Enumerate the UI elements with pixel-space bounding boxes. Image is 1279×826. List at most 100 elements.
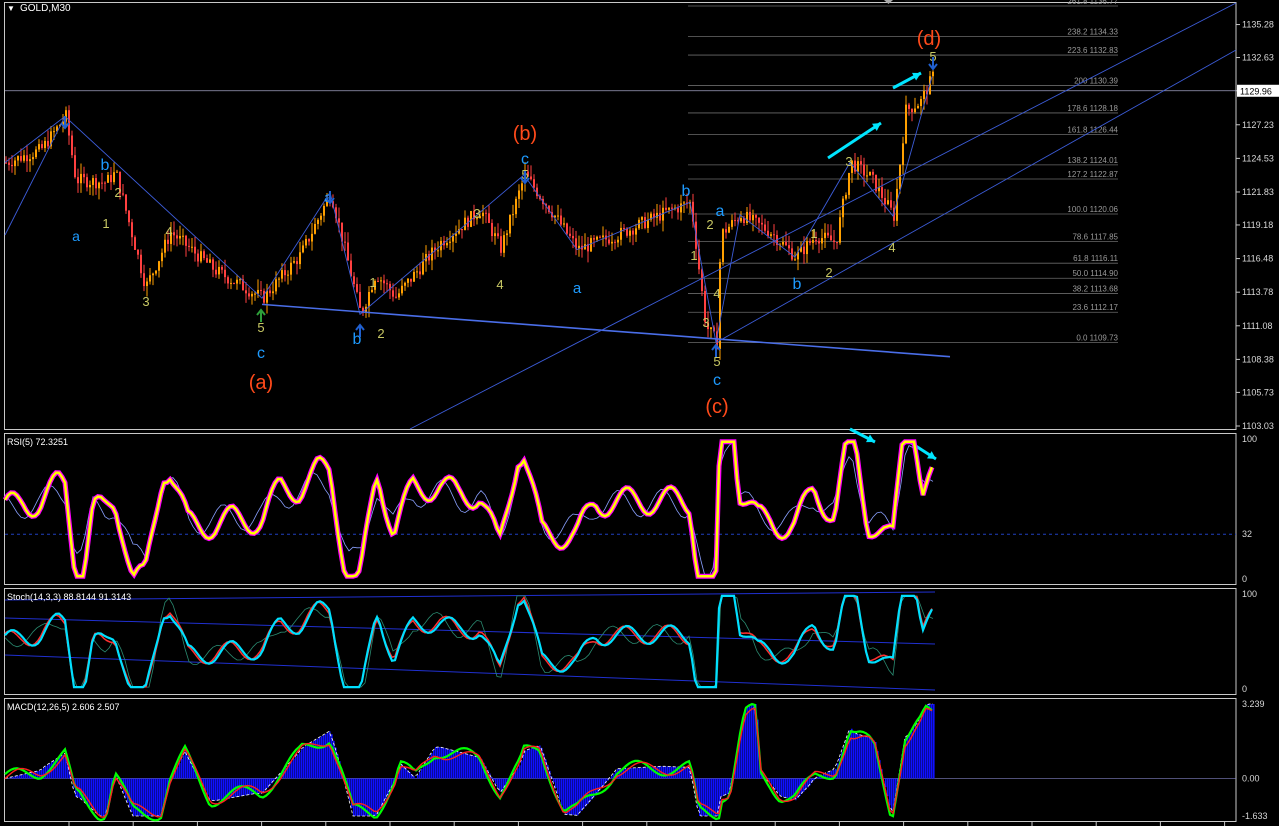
macd-bar (933, 704, 935, 779)
macd-bar (521, 760, 523, 779)
macd-bar (303, 747, 305, 779)
candle-body (344, 241, 346, 243)
collapse-triangle-icon[interactable]: ▼ (7, 4, 15, 13)
candle-body (416, 271, 418, 273)
candle-body (47, 140, 49, 147)
price-tick-label: 1124.53 (1242, 153, 1274, 163)
macd-bar (211, 778, 213, 801)
candle-body (806, 241, 808, 255)
fib-level-label: 261.8 1136.77 (1067, 0, 1118, 6)
macd-bar (329, 731, 331, 779)
macd-bar (23, 774, 25, 779)
macd-bar (453, 750, 455, 779)
candle-body (722, 229, 724, 263)
price-tick-label: 1132.63 (1242, 53, 1274, 63)
wave-label: (d) (917, 28, 941, 50)
macd-bar (331, 734, 333, 779)
macd-bar (133, 778, 135, 816)
macd-bar (859, 734, 861, 779)
candle-body (14, 160, 16, 167)
candle-body (41, 144, 43, 149)
macd-bar (359, 778, 361, 816)
candle-body (740, 218, 742, 222)
candle-body (680, 203, 682, 213)
macd-bar (129, 778, 131, 808)
candle-body (164, 239, 166, 253)
macd-bar (333, 740, 335, 779)
macd-bar (631, 768, 633, 779)
wave-label: 4 (888, 240, 895, 255)
macd-bar (13, 776, 15, 779)
macd-bar (747, 707, 749, 779)
macd-bar (611, 775, 613, 779)
momentum-arrow-icon (827, 121, 882, 160)
macd-bar (817, 776, 819, 779)
candle-body (410, 278, 412, 282)
macd-bar (701, 778, 703, 816)
macd-bar (375, 778, 377, 816)
candle-body (128, 210, 130, 223)
candle-body (482, 212, 484, 217)
candle-body (323, 205, 325, 216)
candle-body (254, 293, 256, 295)
macd-bar (575, 778, 577, 816)
macd-bar (749, 706, 751, 779)
macd-bar (39, 770, 41, 779)
candle-body (215, 269, 217, 275)
candle-body (590, 238, 592, 252)
candle-body (77, 177, 79, 184)
candle-body (257, 289, 259, 294)
candle-body (209, 259, 211, 263)
candle-body (668, 207, 670, 210)
macd-bar (581, 778, 583, 811)
macd-bar (135, 778, 137, 816)
macd-bar (377, 778, 379, 814)
macd-bar (685, 767, 687, 779)
macd-bar (587, 778, 589, 805)
macd-bar (751, 704, 753, 779)
candle-body (923, 91, 925, 100)
candle-body (557, 215, 559, 217)
candle-body (419, 271, 421, 275)
candle-body (593, 238, 595, 240)
wave-label: 3 (845, 154, 852, 169)
candle-body (116, 171, 118, 173)
wave-label: (b) (513, 123, 537, 145)
macd-bar (183, 755, 185, 779)
candle-body (848, 172, 850, 195)
candle-body (236, 279, 238, 284)
candle-body (449, 241, 451, 243)
candle-body (152, 273, 154, 276)
price-tick-label: 1121.83 (1242, 187, 1274, 197)
macd-bar (381, 778, 383, 807)
macd-bar (777, 778, 779, 793)
wave-label: 1 (810, 226, 817, 241)
fib-level-label: 200 1130.39 (1074, 76, 1118, 85)
candle-body (221, 266, 223, 270)
macd-axis-label: -1.633 (1242, 811, 1268, 821)
price-tick-label: 1105.73 (1242, 387, 1274, 397)
candle-body (92, 178, 94, 185)
macd-bar (641, 767, 643, 779)
candle-body (665, 207, 667, 210)
rsi-title: RSI(5) 72.3251 (7, 437, 69, 447)
candle-body (869, 171, 871, 176)
candle-body (728, 226, 730, 233)
wave-label: 2 (706, 217, 713, 232)
macd-bar (637, 767, 639, 779)
macd-bar (95, 778, 97, 812)
macd-bar (185, 751, 187, 779)
candle-body (452, 235, 454, 242)
candle-body (614, 241, 616, 243)
wave-label: (c) (705, 396, 728, 418)
candle-body (359, 291, 361, 308)
rsi-axis-label: 32 (1242, 529, 1252, 539)
candle-body (38, 144, 40, 150)
candle-body (599, 236, 601, 238)
candle-body (167, 239, 169, 244)
chart-canvas[interactable]: 1135.28 1132.63 1129.96 1127.23 1124.53 1121.… (0, 0, 1279, 826)
wave-label: 3 (142, 294, 149, 309)
candle-body (290, 262, 292, 275)
macd-bar (789, 778, 791, 799)
macd-bar (555, 778, 557, 789)
